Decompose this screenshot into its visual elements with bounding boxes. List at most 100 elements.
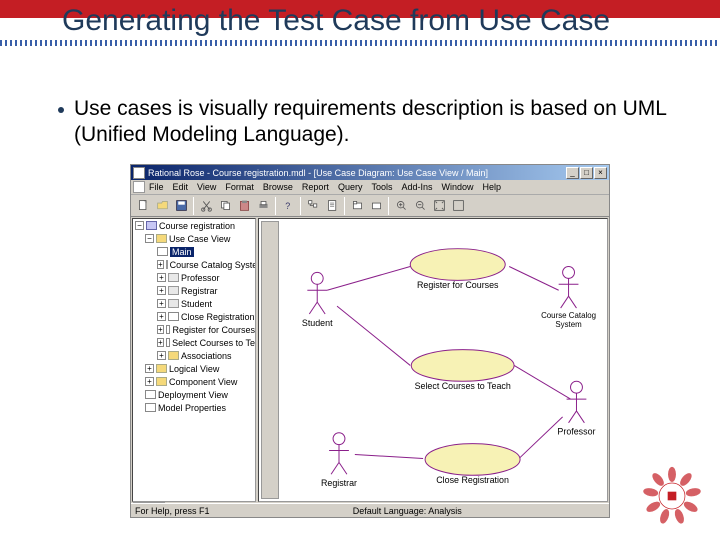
- tree-item[interactable]: +Select Courses to Te: [133, 336, 255, 349]
- depend-tool-icon[interactable]: [263, 343, 277, 357]
- undo-fit-icon[interactable]: [449, 197, 467, 215]
- bullet-dot-icon: [58, 107, 64, 113]
- browse-parent-icon[interactable]: [348, 197, 366, 215]
- save-icon[interactable]: [172, 197, 190, 215]
- use-case-diagram[interactable]: Register for Courses Select Courses to T…: [258, 218, 608, 502]
- titlebar: Rational Rose - Course registration.mdl …: [131, 165, 609, 180]
- tree-root[interactable]: − Course registration: [133, 219, 255, 232]
- university-logo: [636, 460, 708, 532]
- doc-view-icon[interactable]: [323, 197, 341, 215]
- expand-icon[interactable]: +: [157, 299, 166, 308]
- tree-logical-view[interactable]: +Logical View: [133, 362, 255, 375]
- toolbar-sep-icon: [344, 197, 345, 215]
- actor-icon: [168, 273, 179, 282]
- tree-usecase-view[interactable]: − Use Case View: [133, 232, 255, 245]
- tree-model-properties[interactable]: Model Properties: [133, 401, 255, 414]
- diagram-toolbox: [261, 221, 279, 499]
- usecase-register-label: Register for Courses: [417, 280, 499, 290]
- tree-deployment-view[interactable]: Deployment View: [133, 388, 255, 401]
- usecase-icon: [168, 312, 179, 321]
- actor-registrar[interactable]: Registrar: [321, 433, 357, 488]
- statusbar: For Help, press F1 Default Language: Ana…: [131, 503, 609, 517]
- general-tool-icon[interactable]: [263, 358, 277, 372]
- menu-view[interactable]: View: [197, 182, 216, 192]
- tree-item[interactable]: +Student: [133, 297, 255, 310]
- slide-divider: [0, 40, 720, 46]
- new-icon[interactable]: [134, 197, 152, 215]
- expand-icon[interactable]: +: [157, 273, 166, 282]
- menu-query[interactable]: Query: [338, 182, 363, 192]
- maximize-button[interactable]: □: [580, 167, 593, 179]
- status-help-text: For Help, press F1: [135, 506, 210, 516]
- mdi-sys-icon[interactable]: [133, 181, 145, 193]
- actor-tool-icon[interactable]: [263, 313, 277, 327]
- expand-icon[interactable]: +: [157, 286, 166, 295]
- diagram-icon: [157, 247, 168, 256]
- tree-item[interactable]: +Register for Courses: [133, 323, 255, 336]
- cut-icon[interactable]: [197, 197, 215, 215]
- menu-addins[interactable]: Add-Ins: [401, 182, 432, 192]
- select-tool-icon[interactable]: [263, 223, 277, 237]
- toolbar: ?: [131, 195, 609, 217]
- minimize-button[interactable]: _: [566, 167, 579, 179]
- expand-icon[interactable]: +: [145, 377, 154, 386]
- menu-file[interactable]: File: [149, 182, 164, 192]
- help-icon[interactable]: ?: [279, 197, 297, 215]
- slide-bullet: Use cases is visually requirements descr…: [58, 96, 690, 149]
- actor-course-catalog[interactable]: Course Catalog System: [541, 266, 596, 328]
- zoom-out-icon[interactable]: [411, 197, 429, 215]
- copy-icon[interactable]: [216, 197, 234, 215]
- menu-help[interactable]: Help: [483, 182, 502, 192]
- node-icon: [145, 390, 156, 399]
- actor-ccs-label-1: Course Catalog: [541, 311, 596, 320]
- zoom-in-icon[interactable]: [392, 197, 410, 215]
- print-icon[interactable]: [254, 197, 272, 215]
- expand-icon[interactable]: +: [157, 338, 164, 347]
- note-tool-icon[interactable]: [263, 253, 277, 267]
- actor-student[interactable]: Student: [302, 272, 333, 327]
- fit-window-icon[interactable]: [430, 197, 448, 215]
- menu-edit[interactable]: Edit: [173, 182, 189, 192]
- menu-browse[interactable]: Browse: [263, 182, 293, 192]
- text-tool-icon[interactable]: [263, 238, 277, 252]
- menu-report[interactable]: Report: [302, 182, 329, 192]
- actor-professor-label: Professor: [557, 427, 595, 437]
- browse-back-icon[interactable]: [367, 197, 385, 215]
- model-icon: [146, 221, 157, 230]
- actor-professor[interactable]: Professor: [557, 381, 595, 436]
- tree-component-view[interactable]: +Component View: [133, 375, 255, 388]
- window-title: Rational Rose - Course registration.mdl …: [148, 168, 565, 178]
- expand-icon[interactable]: +: [157, 312, 166, 321]
- status-language: Default Language: Analysis: [353, 506, 462, 516]
- tree-item[interactable]: +Course Catalog Syste: [133, 258, 255, 271]
- tree-view-icon[interactable]: [304, 197, 322, 215]
- tree-main-diagram[interactable]: Main: [133, 245, 255, 258]
- package-tool-icon[interactable]: [263, 283, 277, 297]
- actor-ccs-label-2: System: [555, 320, 582, 329]
- close-button[interactable]: ×: [594, 167, 607, 179]
- tree-item[interactable]: +Professor: [133, 271, 255, 284]
- open-icon[interactable]: [153, 197, 171, 215]
- tree-associations[interactable]: +Associations: [133, 349, 255, 362]
- actor-icon: [168, 286, 179, 295]
- tree-item[interactable]: +Close Registration: [133, 310, 255, 323]
- usecase-tool-icon[interactable]: [263, 298, 277, 312]
- menu-format[interactable]: Format: [225, 182, 254, 192]
- slide-title: Generating the Test Case from Use Case: [62, 4, 690, 39]
- expand-icon[interactable]: +: [157, 351, 166, 360]
- package-icon: [156, 234, 167, 243]
- svg-text:?: ?: [285, 201, 290, 211]
- expand-icon[interactable]: +: [157, 325, 164, 334]
- expand-icon[interactable]: +: [145, 364, 154, 373]
- tree-item[interactable]: +Registrar: [133, 284, 255, 297]
- expand-icon[interactable]: +: [157, 260, 164, 269]
- diagram-canvas[interactable]: Register for Courses Select Courses to T…: [259, 219, 607, 501]
- menu-window[interactable]: Window: [442, 182, 474, 192]
- browser-tree: − Course registration − Use Case View Ma…: [132, 218, 256, 502]
- menu-tools[interactable]: Tools: [371, 182, 392, 192]
- collapse-icon[interactable]: −: [145, 234, 154, 243]
- paste-icon[interactable]: [235, 197, 253, 215]
- anchor-tool-icon[interactable]: [263, 268, 277, 282]
- collapse-icon[interactable]: −: [135, 221, 144, 230]
- assoc-tool-icon[interactable]: [263, 328, 277, 342]
